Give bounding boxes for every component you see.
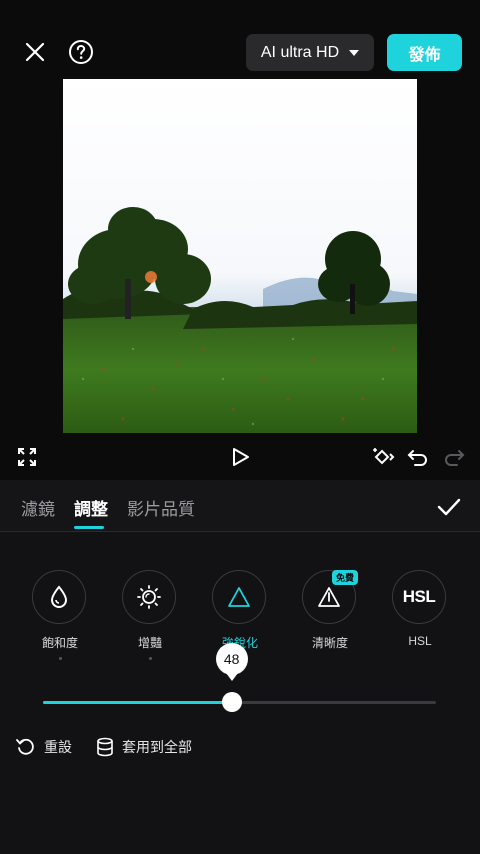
apply-all-button[interactable]: 套用到全部 [96,737,192,757]
tool-label: 增豔 [137,636,162,650]
preview-area: AI ultra HD 發佈 [0,0,480,480]
tool-label: 飽和度 [41,636,78,650]
tool-label: 清晰度 [311,636,348,650]
tool-sharpen[interactable]: 強銳化 [212,570,268,651]
hsl-icon: HSL [392,570,446,624]
undo-icon[interactable] [406,444,430,470]
tool-label: HSL [408,634,432,648]
slider-thumb[interactable] [221,692,242,712]
tab-adjust[interactable]: 調整 [74,495,108,520]
indicator-dot [148,657,152,660]
slider-fill [43,701,232,704]
active-tab-indicator [74,526,104,529]
landscape-image [63,79,417,433]
quality-label: AI ultra HD [260,43,340,61]
playback-controls [0,444,480,472]
intensity-slider[interactable]: 48 [43,643,436,712]
quality-dropdown[interactable]: AI ultra HD [246,34,374,71]
droplet-icon [32,570,86,624]
indicator-dot [58,657,62,660]
reset-button[interactable]: 重設 [16,737,72,757]
play-icon[interactable] [229,444,253,470]
close-icon[interactable] [20,37,50,67]
sun-icon [122,570,176,624]
publish-button[interactable]: 發佈 [387,34,462,71]
tool-vibrance[interactable]: 增豔 [122,570,178,660]
slider-value-bubble: 48 [215,643,248,681]
caret-down-icon [349,49,360,56]
redo-icon[interactable] [442,444,466,470]
tool-clarity[interactable]: 免費 清晰度 [302,570,358,651]
tab-filter[interactable]: 濾鏡 [21,495,55,520]
apply-all-label: 套用到全部 [122,739,192,755]
video-preview[interactable] [63,79,417,433]
free-badge: 免費 [332,570,358,585]
hsl-icon-text: HSL [402,587,436,606]
triangle-icon [212,570,266,624]
tool-saturation[interactable]: 飽和度 [32,570,88,660]
stack-icon [97,737,113,757]
tool-hsl[interactable]: HSL HSL [392,570,448,648]
adjust-tabs: 濾鏡 調整 影片品質 [0,480,480,532]
reset-icon [16,738,34,755]
reset-label: 重設 [44,739,72,755]
keyframe-icon[interactable] [370,444,398,470]
confirm-check-icon[interactable] [436,494,462,520]
fullscreen-icon[interactable] [16,444,38,470]
tab-video-quality[interactable]: 影片品質 [127,495,195,520]
help-icon[interactable] [66,37,96,67]
